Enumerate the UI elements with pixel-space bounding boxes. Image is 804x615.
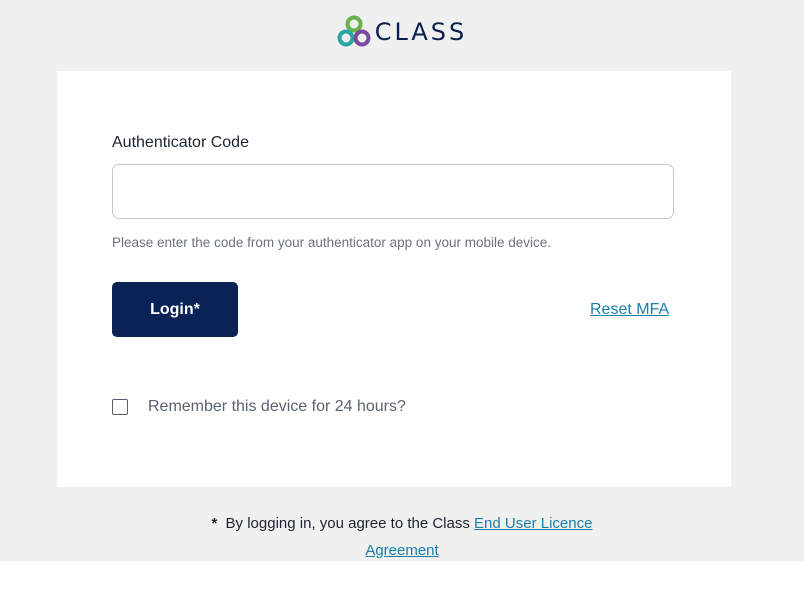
class-logo: CLASS	[0, 12, 804, 52]
mfa-card: Authenticator Code Please enter the code…	[57, 71, 731, 487]
eula-link-part2[interactable]: Agreement	[365, 542, 438, 559]
remember-device-label[interactable]: Remember this device for 24 hours?	[148, 398, 406, 416]
authenticator-code-label: Authenticator Code	[112, 134, 249, 151]
asterisk: *	[211, 515, 218, 532]
class-logo-icon	[337, 15, 371, 47]
remember-device-row: Remember this device for 24 hours?	[112, 398, 406, 416]
checkbox-icon[interactable]	[112, 399, 128, 415]
code-hint-text: Please enter the code from your authenti…	[112, 235, 552, 250]
eula-notice-line2: Agreement	[0, 537, 804, 564]
eula-prefix-text: By logging in, you agree to the Class	[225, 515, 470, 532]
authenticator-code-input[interactable]	[112, 164, 674, 219]
eula-link-part1[interactable]: End User Licence	[474, 515, 592, 532]
login-button[interactable]: Login*	[112, 282, 238, 337]
reset-mfa-link[interactable]: Reset MFA	[590, 301, 669, 319]
eula-notice: * By logging in, you agree to the Class …	[0, 510, 804, 564]
brand-name: CLASS	[374, 18, 468, 46]
eula-notice-line1: * By logging in, you agree to the Class …	[0, 510, 804, 537]
